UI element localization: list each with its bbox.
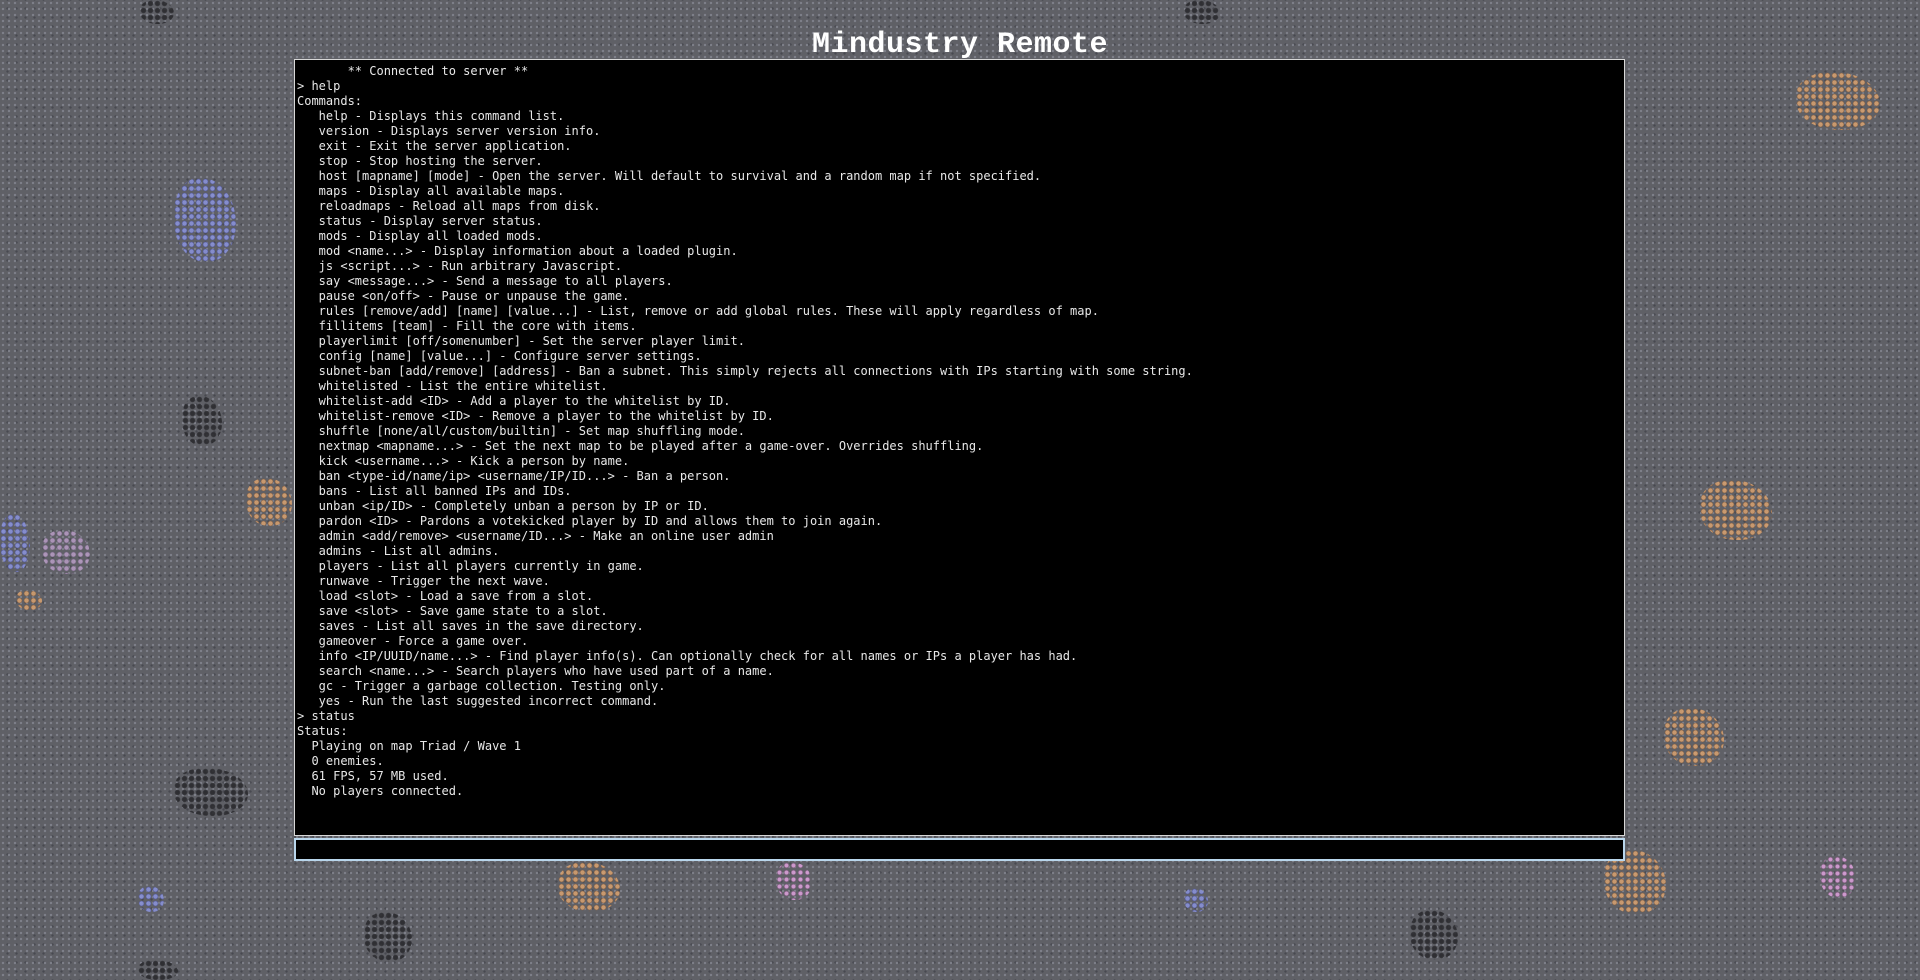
console-line: version - Displays server version info.	[297, 124, 601, 138]
console-line: rules [remove/add] [name] [value...] - L…	[297, 304, 1099, 318]
console-line: Status:	[297, 724, 348, 738]
console-line: 0 enemies.	[297, 754, 384, 768]
coal-ore-patch	[1184, 0, 1220, 24]
console-line: runwave - Trigger the next wave.	[297, 574, 550, 588]
console-line: ** Connected to server **	[297, 64, 529, 78]
console-output-panel[interactable]: ** Connected to server ** > help Commands:…	[294, 59, 1625, 836]
console-line: whitelist-remove <ID> - Remove a player …	[297, 409, 774, 423]
copper-ore-patch	[1700, 480, 1772, 540]
console-line: help - Displays this command list.	[297, 109, 565, 123]
console-line: admins - List all admins.	[297, 544, 500, 558]
console-line: gc - Trigger a garbage collection. Testi…	[297, 679, 666, 693]
coal-ore-patch	[182, 396, 222, 446]
console-line: Playing on map Triad / Wave 1	[297, 739, 521, 753]
console-line: playerlimit [off/somenumber] - Set the s…	[297, 334, 745, 348]
console-line: reloadmaps - Reload all maps from disk.	[297, 199, 601, 213]
console-line: mod <name...> - Display information abou…	[297, 244, 738, 258]
scrap-ore-patch	[776, 862, 812, 900]
lead-ore-patch	[42, 530, 90, 574]
console-line: players - List all players currently in …	[297, 559, 644, 573]
console-line: unban <ip/ID> - Completely unban a perso…	[297, 499, 709, 513]
console-line: Commands:	[297, 94, 363, 108]
console-line: stop - Stop hosting the server.	[297, 154, 543, 168]
copper-ore-patch	[558, 862, 620, 912]
titanium-ore-patch	[138, 886, 164, 912]
console-line: load <slot> - Load a save from a slot.	[297, 589, 594, 603]
console-line: pardon <ID> - Pardons a votekicked playe…	[297, 514, 883, 528]
console-line: admin <add/remove> <username/ID...> - Ma…	[297, 529, 774, 543]
coal-ore-patch	[364, 912, 412, 962]
console-line: yes - Run the last suggested incorrect c…	[297, 694, 659, 708]
console-line: kick <username...> - Kick a person by na…	[297, 454, 630, 468]
coal-ore-patch	[138, 960, 178, 980]
console-line: pause <on/off> - Pause or unpause the ga…	[297, 289, 630, 303]
console-line: whitelist-add <ID> - Add a player to the…	[297, 394, 731, 408]
console-line: No players connected.	[297, 784, 464, 798]
console-line: status - Display server status.	[297, 214, 543, 228]
console-output: ** Connected to server ** > help Commands:…	[297, 64, 1622, 799]
console-line: exit - Exit the server application.	[297, 139, 572, 153]
console-line: saves - List all saves in the save direc…	[297, 619, 644, 633]
console-line: whitelisted - List the entire whitelist.	[297, 379, 608, 393]
console-line: > help	[297, 79, 341, 93]
titanium-ore-patch	[174, 178, 236, 262]
console-line: ban <type-id/name/ip> <username/IP/ID...…	[297, 469, 731, 483]
console-line: host [mapname] [mode] - Open the server.…	[297, 169, 1042, 183]
console-line: subnet-ban [add/remove] [address] - Ban …	[297, 364, 1193, 378]
console-line: info <IP/UUID/name...> - Find player inf…	[297, 649, 1078, 663]
console-line: gameover - Force a game over.	[297, 634, 529, 648]
titanium-ore-patch	[0, 514, 30, 572]
console-line: maps - Display all available maps.	[297, 184, 565, 198]
console-line: shuffle [none/all/custom/builtin] - Set …	[297, 424, 745, 438]
copper-ore-patch	[1796, 72, 1880, 130]
console-line: nextmap <mapname...> - Set the next map …	[297, 439, 984, 453]
console-line: say <message...> - Send a message to all…	[297, 274, 673, 288]
console-line: save <slot> - Save game state to a slot.	[297, 604, 608, 618]
copper-ore-patch	[1664, 708, 1724, 766]
console-line: > status	[297, 709, 355, 723]
console-line: 61 FPS, 57 MB used.	[297, 769, 449, 783]
coal-ore-patch	[174, 768, 248, 816]
console-line: js <script...> - Run arbitrary Javascrip…	[297, 259, 623, 273]
console-line: search <name...> - Search players who ha…	[297, 664, 774, 678]
copper-ore-patch	[246, 478, 292, 526]
console-line: fillitems [team] - Fill the core with it…	[297, 319, 637, 333]
console-line: config [name] [value...] - Configure ser…	[297, 349, 702, 363]
console-line: mods - Display all loaded mods.	[297, 229, 543, 243]
scrap-ore-patch	[1820, 856, 1856, 898]
titanium-ore-patch	[1184, 888, 1208, 912]
coal-ore-patch	[140, 0, 174, 24]
copper-ore-patch	[16, 590, 42, 610]
console-line: bans - List all banned IPs and IDs.	[297, 484, 572, 498]
command-input[interactable]	[294, 838, 1625, 861]
coal-ore-patch	[1410, 910, 1458, 960]
